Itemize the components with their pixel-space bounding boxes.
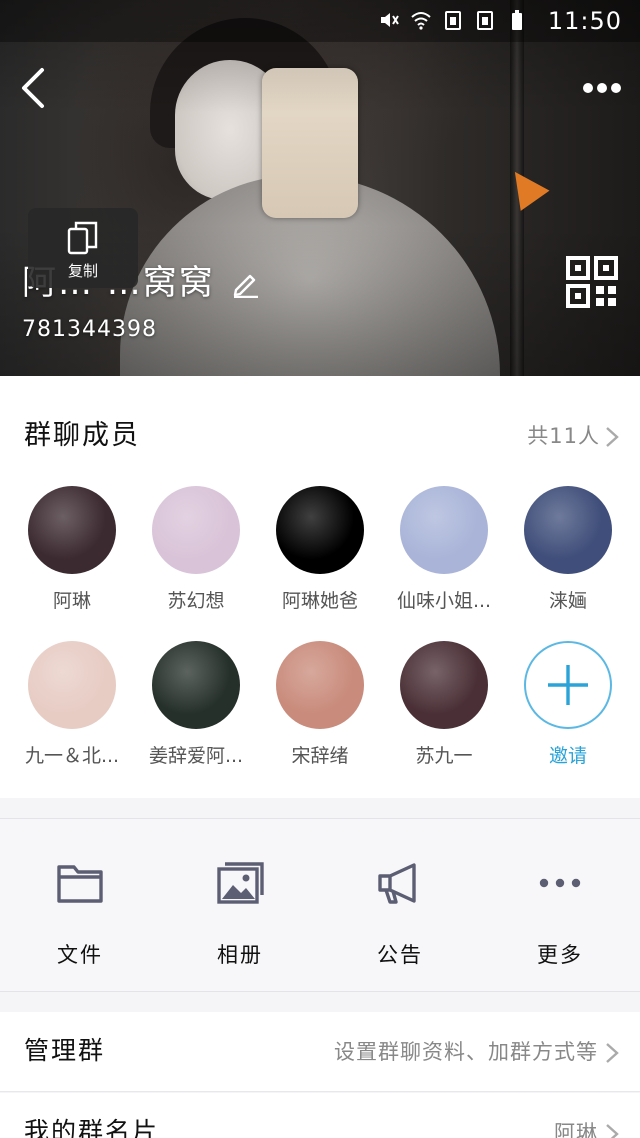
sim1-icon [445, 11, 461, 30]
member-item[interactable]: 仙味小姐... [382, 486, 506, 636]
avatar[interactable] [152, 641, 240, 729]
member-item[interactable]: 阿琳她爸 [258, 486, 382, 636]
member-name: 姜辞爱阿... [148, 745, 244, 767]
manage-group-title: 管理群 [24, 1036, 106, 1065]
avatar[interactable] [28, 641, 116, 729]
avatar[interactable] [28, 486, 116, 574]
status-bar: 11:50 [0, 0, 640, 42]
my-group-card-title: 我的群名片 [24, 1117, 160, 1138]
sim2-icon [477, 11, 493, 30]
more-dots-icon [539, 878, 581, 888]
member-name: 九一＆北... [24, 745, 120, 767]
member-name: 阿琳 [52, 590, 91, 612]
group-profile-screen: ▲ [0, 0, 640, 1138]
megaphone-icon [378, 863, 416, 904]
member-name: 仙味小姐... [396, 590, 492, 612]
avatar[interactable] [152, 486, 240, 574]
member-name: 涞婳 [548, 590, 587, 612]
invite-button[interactable]: 邀请 [506, 641, 630, 791]
more-button[interactable]: 更多 [480, 819, 640, 993]
member-item[interactable]: 涞婳 [506, 486, 630, 636]
member-name: 苏九一 [415, 745, 473, 767]
manage-group-desc: 设置群聊资料、加群方式等 [334, 1040, 598, 1064]
avatar[interactable] [276, 641, 364, 729]
member-name: 苏幻想 [167, 590, 225, 612]
member-item[interactable]: 宋辞绪 [258, 641, 382, 791]
avatar[interactable] [276, 486, 364, 574]
copy-label: 复制 [67, 262, 98, 280]
manage-group-row[interactable]: 管理群 设置群聊资料、加群方式等 [0, 1012, 640, 1092]
album-button[interactable]: 相册 [160, 819, 320, 993]
member-item[interactable]: 苏九一 [382, 641, 506, 791]
members-count[interactable]: 共11人 [527, 422, 600, 450]
wifi-icon [411, 12, 431, 30]
album-label: 相册 [217, 943, 263, 967]
album-icon [217, 862, 264, 904]
back-arrow-icon[interactable] [8, 62, 58, 112]
member-item[interactable]: 苏幻想 [134, 486, 258, 636]
add-icon[interactable] [524, 641, 612, 729]
member-item[interactable]: 阿琳 [10, 486, 134, 636]
avatar[interactable] [400, 486, 488, 574]
copy-icon [67, 221, 98, 255]
my-group-card-value: 阿琳 [554, 1121, 598, 1138]
member-item[interactable]: 姜辞爱阿... [134, 641, 258, 791]
more-label: 更多 [537, 943, 583, 967]
more-options-icon[interactable] [574, 68, 630, 108]
clock: 11:50 [547, 7, 622, 35]
chevron-right-icon[interactable] [604, 426, 620, 448]
members-title: 群聊成员 [24, 420, 140, 451]
mute-icon [381, 13, 399, 27]
chevron-right-icon [606, 1043, 619, 1063]
file-label: 文件 [57, 943, 103, 967]
avatar[interactable] [400, 641, 488, 729]
file-button[interactable]: 文件 [0, 819, 160, 993]
battery-icon [512, 10, 522, 30]
member-name: 宋辞绪 [291, 745, 349, 767]
avatar[interactable] [524, 486, 612, 574]
function-bar: 文件 相册 公告 更多 [0, 818, 640, 992]
announcement-button[interactable]: 公告 [320, 819, 480, 993]
announcement-label: 公告 [377, 943, 423, 967]
folder-icon [57, 865, 103, 903]
my-group-card-row[interactable]: 我的群名片 阿琳 [0, 1093, 640, 1138]
chevron-right-icon [606, 1124, 619, 1138]
qr-code-icon[interactable] [566, 256, 618, 308]
member-name: 阿琳她爸 [281, 590, 358, 612]
copy-tooltip[interactable]: 复制 [28, 208, 138, 288]
edit-pencil-icon[interactable] [230, 268, 260, 298]
group-id[interactable]: 781344398 [22, 316, 157, 344]
members-section: 群聊成员 共11人 阿琳 苏幻想 阿琳她爸 仙味小姐... 涞婳九一＆北... 姜辞爱阿.… [0, 376, 640, 798]
member-item[interactable]: 九一＆北... [10, 641, 134, 791]
invite-label: 邀请 [548, 745, 587, 767]
